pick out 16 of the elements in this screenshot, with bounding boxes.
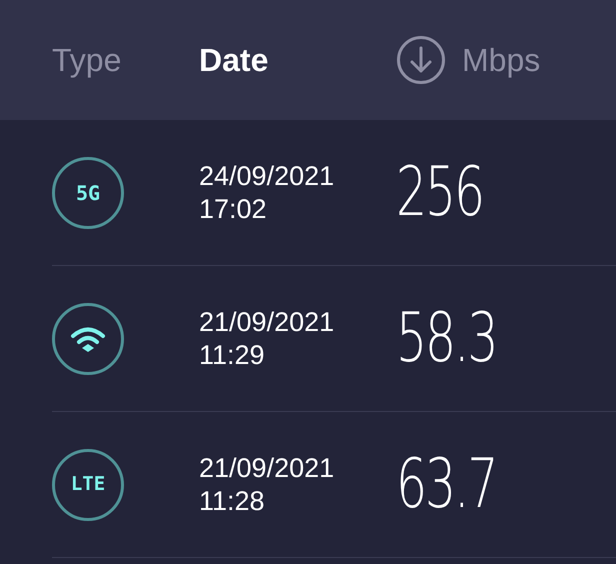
date-column-header[interactable]: Date xyxy=(199,44,396,76)
result-date: 24/09/2021 xyxy=(199,160,336,192)
download-speed-value: 58.3 xyxy=(396,304,496,372)
download-icon xyxy=(396,35,446,85)
result-time: 17:02 xyxy=(199,192,268,225)
5g-badge-icon: 5G xyxy=(52,156,124,228)
result-date: 21/09/2021 xyxy=(199,452,336,484)
type-column-header[interactable]: Type xyxy=(52,44,199,76)
wifi-icon xyxy=(52,302,124,374)
download-speed-column-header[interactable]: Mbps xyxy=(396,35,540,85)
result-time: 11:29 xyxy=(199,338,266,371)
result-date: 21/09/2021 xyxy=(199,306,336,338)
download-speed-value: 63.7 xyxy=(396,450,496,518)
result-time: 11:28 xyxy=(199,484,266,517)
download-speed-value: 256 xyxy=(396,158,483,226)
lte-badge-icon: LTE xyxy=(52,448,124,520)
